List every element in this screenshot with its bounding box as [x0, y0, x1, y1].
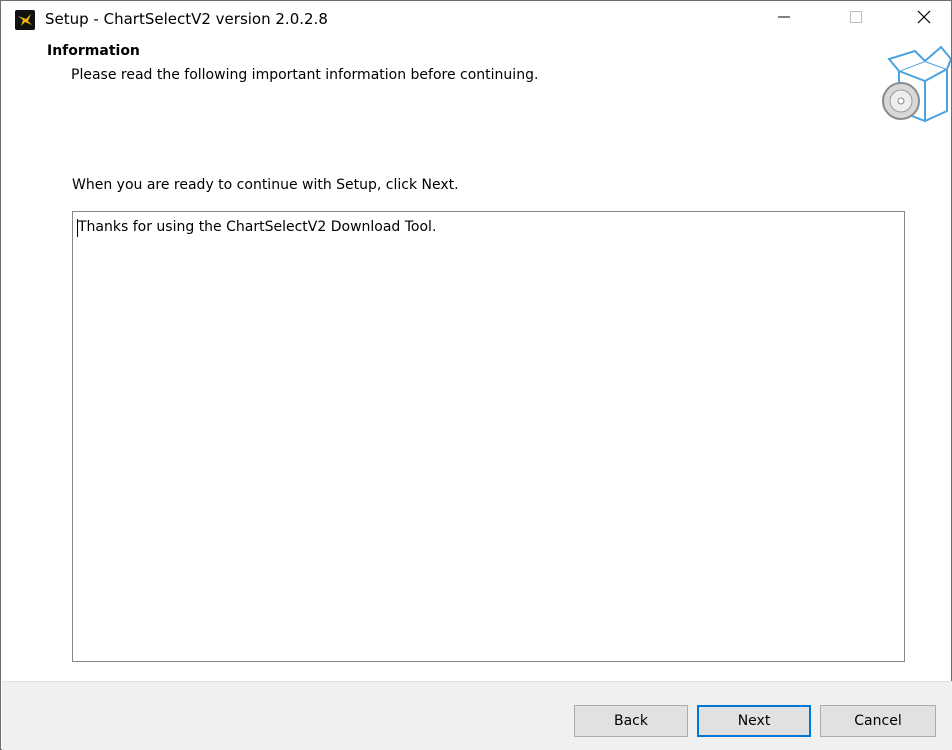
close-button[interactable] — [901, 1, 947, 37]
next-button[interactable]: Next — [697, 705, 811, 737]
maximize-button[interactable] — [833, 1, 879, 37]
box-with-disc-icon — [881, 41, 952, 123]
information-memo[interactable]: Thanks for using the ChartSelectV2 Downl… — [72, 211, 905, 662]
page-title: Information — [47, 43, 140, 59]
instruction-text: When you are ready to continue with Setu… — [72, 177, 459, 193]
title-bar[interactable]: Setup - ChartSelectV2 version 2.0.2.8 — [1, 1, 951, 37]
wizard-header — [1, 37, 951, 143]
setup-window: Setup - ChartSelectV2 version 2.0.2.8 In… — [0, 0, 952, 750]
app-icon — [15, 10, 35, 30]
memo-text: Thanks for using the ChartSelectV2 Downl… — [78, 219, 437, 235]
page-subtitle: Please read the following important info… — [71, 67, 539, 83]
close-icon — [917, 10, 931, 28]
back-button[interactable]: Back — [574, 705, 688, 737]
minimize-button[interactable] — [761, 1, 807, 37]
minimize-icon — [778, 11, 790, 27]
cancel-button[interactable]: Cancel — [820, 705, 936, 737]
maximize-icon — [850, 11, 862, 27]
window-title: Setup - ChartSelectV2 version 2.0.2.8 — [45, 10, 328, 28]
